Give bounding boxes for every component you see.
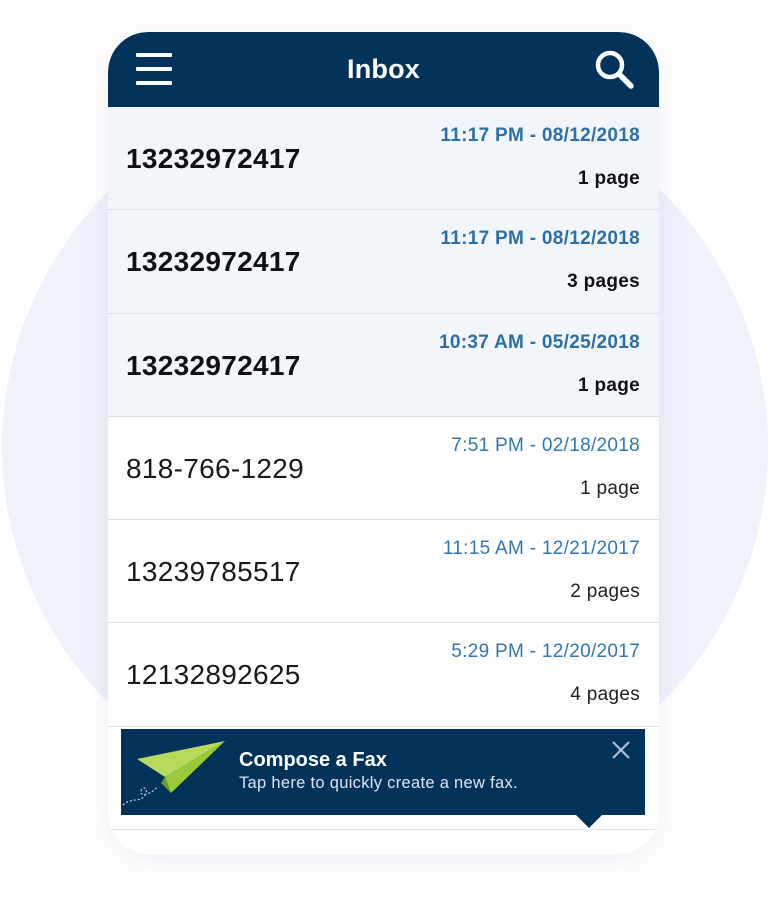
fax-row[interactable]: 12132892625 5:29 PM - 12/20/2017 4 pages <box>108 623 659 727</box>
fax-row[interactable]: 818-766-1229 7:51 PM - 02/18/2018 1 page <box>108 417 659 521</box>
fax-datetime: 5:29 PM - 12/20/2017 <box>451 641 640 663</box>
fax-datetime: 10:37 AM - 05/25/2018 <box>439 331 640 353</box>
fax-page-count: 1 page <box>578 374 640 396</box>
fax-number: 13239785517 <box>126 556 301 588</box>
compose-fax-tooltip[interactable]: Compose a Fax Tap here to quickly create… <box>121 729 645 828</box>
search-icon[interactable] <box>593 48 635 90</box>
fax-row[interactable]: 13232972417 10:37 AM - 05/25/2018 1 page <box>108 313 659 417</box>
fax-number: 12132892625 <box>126 659 301 691</box>
tooltip-pointer <box>575 814 603 828</box>
close-icon[interactable] <box>610 739 632 761</box>
paper-plane-icon <box>121 737 231 809</box>
fax-datetime: 11:15 AM - 12/21/2017 <box>442 538 640 560</box>
fax-datetime: 7:51 PM - 02/18/2018 <box>451 434 640 456</box>
compose-fax-title: Compose a Fax <box>239 749 387 771</box>
fax-row[interactable]: 13232972417 11:17 PM - 08/12/2018 3 page… <box>108 210 659 314</box>
phone-screen: Inbox 13232972417 11:17 PM - 08/12/2018 … <box>108 32 659 854</box>
fax-number: 818-766-1229 <box>126 452 304 484</box>
app-header: Inbox <box>108 32 659 107</box>
fax-page-count: 1 page <box>580 477 640 499</box>
list-divider <box>108 829 659 830</box>
fax-number: 13232972417 <box>126 143 301 174</box>
screenshot-stage: Inbox 13232972417 11:17 PM - 08/12/2018 … <box>0 0 768 900</box>
fax-row[interactable]: 13232972417 11:17 PM - 08/12/2018 1 page <box>108 107 659 211</box>
fax-number: 13232972417 <box>126 246 301 278</box>
fax-page-count: 4 pages <box>570 684 640 706</box>
fax-page-count: 3 pages <box>567 271 640 293</box>
fax-datetime: 11:17 PM - 08/12/2018 <box>440 125 640 146</box>
fax-row[interactable]: 13239785517 11:15 AM - 12/21/2017 2 page… <box>108 520 659 624</box>
page-title: Inbox <box>347 54 420 84</box>
fax-datetime: 11:17 PM - 08/12/2018 <box>440 228 640 250</box>
fax-number: 13232972417 <box>126 349 301 381</box>
fax-page-count: 2 pages <box>570 581 640 603</box>
fax-page-count: 1 page <box>578 168 640 189</box>
compose-fax-subtitle: Tap here to quickly create a new fax. <box>239 774 518 792</box>
fax-list: 13232972417 11:17 PM - 08/12/2018 1 page… <box>108 107 659 727</box>
